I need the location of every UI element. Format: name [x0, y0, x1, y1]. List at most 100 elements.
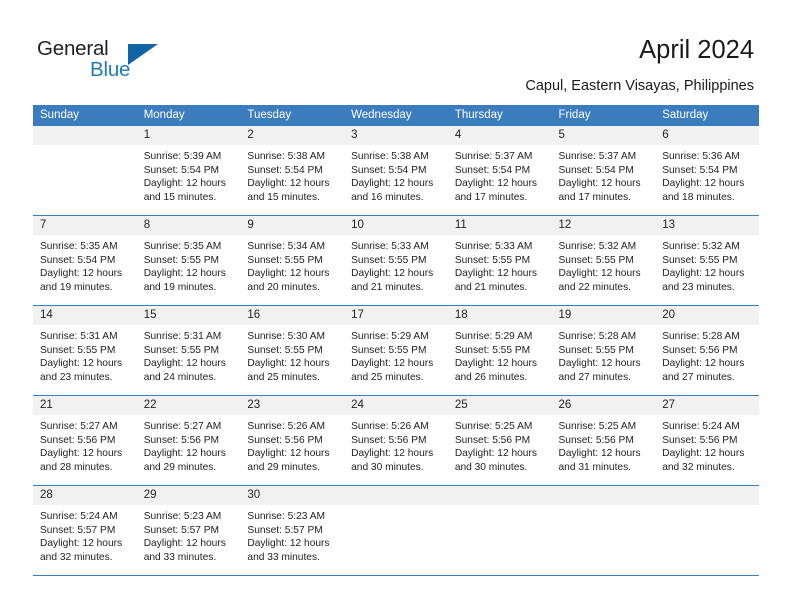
day-sun-info: Sunrise: 5:38 AM Sunset: 5:54 PM Daylight:…: [344, 145, 448, 204]
day-sun-info: Sunrise: 5:28 AM Sunset: 5:55 PM Daylight:…: [552, 325, 656, 384]
day-daylight-text: and 20 minutes.: [247, 281, 320, 293]
day-number: [344, 486, 448, 505]
day-sunset-text: Sunset: 5:55 PM: [143, 344, 220, 356]
day-daylight-text: and 23 minutes.: [662, 281, 735, 293]
calendar-day-cell[interactable]: 15 Sunrise: 5:31 AM Sunset: 5:55 PM Dayligh…: [136, 305, 241, 396]
day-cell-inner: 29 Sunrise: 5:23 AM Sunset: 5:57 PM Dayligh…: [136, 486, 241, 575]
day-sunset-text: Sunset: 5:55 PM: [247, 344, 323, 356]
day-sunset-text: Sunset: 5:56 PM: [662, 344, 738, 356]
calendar-day-cell-empty: [655, 485, 759, 576]
calendar-day-cell[interactable]: 19 Sunrise: 5:28 AM Sunset: 5:55 PM Dayligh…: [551, 305, 656, 396]
calendar-day-cell[interactable]: 26 Sunrise: 5:25 AM Sunset: 5:56 PM Dayligh…: [551, 395, 656, 486]
day-sunset-text: Sunset: 5:55 PM: [40, 344, 116, 356]
day-sunset-text: Sunset: 5:55 PM: [351, 344, 427, 356]
day-daylight-text: and 21 minutes.: [454, 281, 528, 293]
day-sunset-text: Sunset: 5:56 PM: [351, 434, 427, 446]
day-number: 23: [240, 396, 345, 415]
calendar-day-cell[interactable]: 2 Sunrise: 5:38 AM Sunset: 5:54 PM Daylight…: [240, 126, 345, 216]
calendar-day-cell[interactable]: 17 Sunrise: 5:29 AM Sunset: 5:55 PM Dayligh…: [344, 305, 448, 396]
day-cell-inner: 24 Sunrise: 5:26 AM Sunset: 5:56 PM Dayligh…: [344, 396, 448, 485]
calendar-week-row: 1 Sunrise: 5:39 AM Sunset: 5:54 PM Daylight…: [33, 126, 759, 216]
calendar-day-cell-empty: [33, 126, 137, 216]
sunrise-sunset-calendar: Sunday Monday Tuesday Wednesday Thursday…: [33, 105, 759, 576]
day-cell-inner: [344, 486, 448, 575]
day-sun-info: Sunrise: 5:33 AM Sunset: 5:55 PM Daylight:…: [344, 235, 448, 294]
day-daylight-text: and 22 minutes.: [558, 281, 632, 293]
day-number: 11: [447, 216, 552, 235]
calendar-day-cell[interactable]: 21 Sunrise: 5:27 AM Sunset: 5:56 PM Dayligh…: [33, 395, 137, 486]
calendar-day-cell[interactable]: 8 Sunrise: 5:35 AM Sunset: 5:55 PM Daylight…: [136, 215, 241, 306]
calendar-day-cell[interactable]: 23 Sunrise: 5:26 AM Sunset: 5:56 PM Dayligh…: [240, 395, 345, 486]
day-cell-inner: 7 Sunrise: 5:35 AM Sunset: 5:54 PM Daylight…: [33, 216, 137, 305]
calendar-day-cell[interactable]: 30 Sunrise: 5:23 AM Sunset: 5:57 PM Dayligh…: [240, 485, 345, 576]
day-cell-inner: [33, 126, 137, 215]
day-sun-info: Sunrise: 5:31 AM Sunset: 5:55 PM Daylight:…: [33, 325, 137, 384]
day-daylight-text: and 17 minutes.: [454, 191, 528, 203]
calendar-week-row: 28 Sunrise: 5:24 AM Sunset: 5:57 PM Dayligh…: [33, 485, 759, 576]
day-daylight-text: Daylight: 12 hours: [40, 448, 123, 460]
day-daylight-text: and 24 minutes.: [143, 371, 217, 383]
day-daylight-text: Daylight: 12 hours: [558, 178, 641, 190]
day-daylight-text: and 15 minutes.: [247, 191, 320, 203]
calendar-day-cell[interactable]: 28 Sunrise: 5:24 AM Sunset: 5:57 PM Dayligh…: [33, 485, 137, 576]
calendar-day-cell[interactable]: 27 Sunrise: 5:24 AM Sunset: 5:56 PM Dayligh…: [655, 395, 759, 486]
day-sunset-text: Sunset: 5:55 PM: [351, 254, 427, 266]
calendar-day-cell[interactable]: 13 Sunrise: 5:32 AM Sunset: 5:55 PM Dayligh…: [655, 215, 759, 306]
day-sun-info: Sunrise: 5:28 AM Sunset: 5:56 PM Daylight:…: [655, 325, 759, 384]
day-daylight-text: and 30 minutes.: [351, 461, 424, 473]
calendar-day-cell[interactable]: 7 Sunrise: 5:35 AM Sunset: 5:54 PM Daylight…: [33, 215, 137, 306]
day-daylight-text: and 16 minutes.: [351, 191, 424, 203]
day-daylight-text: and 19 minutes.: [40, 281, 113, 293]
day-daylight-text: Daylight: 12 hours: [143, 178, 226, 190]
day-cell-inner: 16 Sunrise: 5:30 AM Sunset: 5:55 PM Dayligh…: [240, 306, 345, 395]
calendar-day-cell[interactable]: 18 Sunrise: 5:29 AM Sunset: 5:55 PM Dayligh…: [447, 305, 552, 396]
day-number: [551, 486, 656, 505]
calendar-day-cell[interactable]: 20 Sunrise: 5:28 AM Sunset: 5:56 PM Dayligh…: [655, 305, 759, 396]
day-sunset-text: Sunset: 5:54 PM: [662, 164, 738, 176]
day-sunrise-text: Sunrise: 5:23 AM: [143, 511, 222, 522]
day-daylight-text: Daylight: 12 hours: [454, 268, 537, 280]
day-daylight-text: and 32 minutes.: [40, 551, 113, 563]
calendar-day-cell[interactable]: 24 Sunrise: 5:26 AM Sunset: 5:56 PM Dayligh…: [344, 395, 448, 486]
day-number: 28: [33, 486, 137, 505]
calendar-day-cell[interactable]: 25 Sunrise: 5:25 AM Sunset: 5:56 PM Dayligh…: [447, 395, 552, 486]
calendar-day-cell[interactable]: 16 Sunrise: 5:30 AM Sunset: 5:55 PM Dayligh…: [240, 305, 345, 396]
day-cell-inner: 2 Sunrise: 5:38 AM Sunset: 5:54 PM Daylight…: [240, 126, 345, 215]
day-number: 5: [551, 126, 656, 145]
calendar-week-row: 21 Sunrise: 5:27 AM Sunset: 5:56 PM Dayligh…: [33, 395, 759, 486]
calendar-day-cell[interactable]: 22 Sunrise: 5:27 AM Sunset: 5:56 PM Dayligh…: [136, 395, 241, 486]
day-sun-info: Sunrise: 5:34 AM Sunset: 5:55 PM Daylight:…: [240, 235, 344, 294]
day-daylight-text: Daylight: 12 hours: [351, 448, 434, 460]
day-sunset-text: Sunset: 5:55 PM: [558, 344, 634, 356]
calendar-day-cell[interactable]: 10 Sunrise: 5:33 AM Sunset: 5:55 PM Dayligh…: [344, 215, 448, 306]
day-daylight-text: Daylight: 12 hours: [351, 178, 434, 190]
calendar-day-cell[interactable]: 1 Sunrise: 5:39 AM Sunset: 5:54 PM Daylight…: [136, 126, 241, 216]
day-sun-info: Sunrise: 5:37 AM Sunset: 5:54 PM Daylight:…: [552, 145, 656, 204]
calendar-day-cell[interactable]: 3 Sunrise: 5:38 AM Sunset: 5:54 PM Daylight…: [344, 126, 448, 216]
day-daylight-text: Daylight: 12 hours: [143, 538, 226, 550]
day-daylight-text: and 26 minutes.: [454, 371, 528, 383]
calendar-day-cell[interactable]: 9 Sunrise: 5:34 AM Sunset: 5:55 PM Daylight…: [240, 215, 345, 306]
day-cell-inner: 5 Sunrise: 5:37 AM Sunset: 5:54 PM Daylight…: [551, 126, 656, 215]
day-daylight-text: Daylight: 12 hours: [247, 448, 330, 460]
day-sun-info: Sunrise: 5:33 AM Sunset: 5:55 PM Daylight:…: [448, 235, 552, 294]
day-sunrise-text: Sunrise: 5:31 AM: [143, 331, 222, 342]
calendar-day-cell[interactable]: 4 Sunrise: 5:37 AM Sunset: 5:54 PM Daylight…: [447, 126, 552, 216]
day-daylight-text: Daylight: 12 hours: [351, 358, 434, 370]
day-daylight-text: and 29 minutes.: [143, 461, 217, 473]
day-sunrise-text: Sunrise: 5:32 AM: [662, 241, 740, 252]
day-sunrise-text: Sunrise: 5:31 AM: [40, 331, 118, 342]
day-sun-info: Sunrise: 5:24 AM Sunset: 5:57 PM Daylight:…: [33, 505, 137, 564]
calendar-day-cell[interactable]: 5 Sunrise: 5:37 AM Sunset: 5:54 PM Daylight…: [551, 126, 656, 216]
day-daylight-text: and 32 minutes.: [662, 461, 735, 473]
day-sunset-text: Sunset: 5:55 PM: [454, 254, 531, 266]
day-number: 24: [344, 396, 448, 415]
calendar-day-cell[interactable]: 12 Sunrise: 5:32 AM Sunset: 5:55 PM Dayligh…: [551, 215, 656, 306]
calendar-day-cell[interactable]: 14 Sunrise: 5:31 AM Sunset: 5:55 PM Dayligh…: [33, 305, 137, 396]
calendar-day-cell[interactable]: 29 Sunrise: 5:23 AM Sunset: 5:57 PM Dayligh…: [136, 485, 241, 576]
calendar-day-cell[interactable]: 6 Sunrise: 5:36 AM Sunset: 5:54 PM Daylight…: [655, 126, 759, 216]
day-daylight-text: Daylight: 12 hours: [40, 358, 123, 370]
day-sunset-text: Sunset: 5:56 PM: [454, 434, 531, 446]
day-sunrise-text: Sunrise: 5:26 AM: [351, 421, 429, 432]
calendar-day-cell[interactable]: 11 Sunrise: 5:33 AM Sunset: 5:55 PM Dayligh…: [447, 215, 552, 306]
